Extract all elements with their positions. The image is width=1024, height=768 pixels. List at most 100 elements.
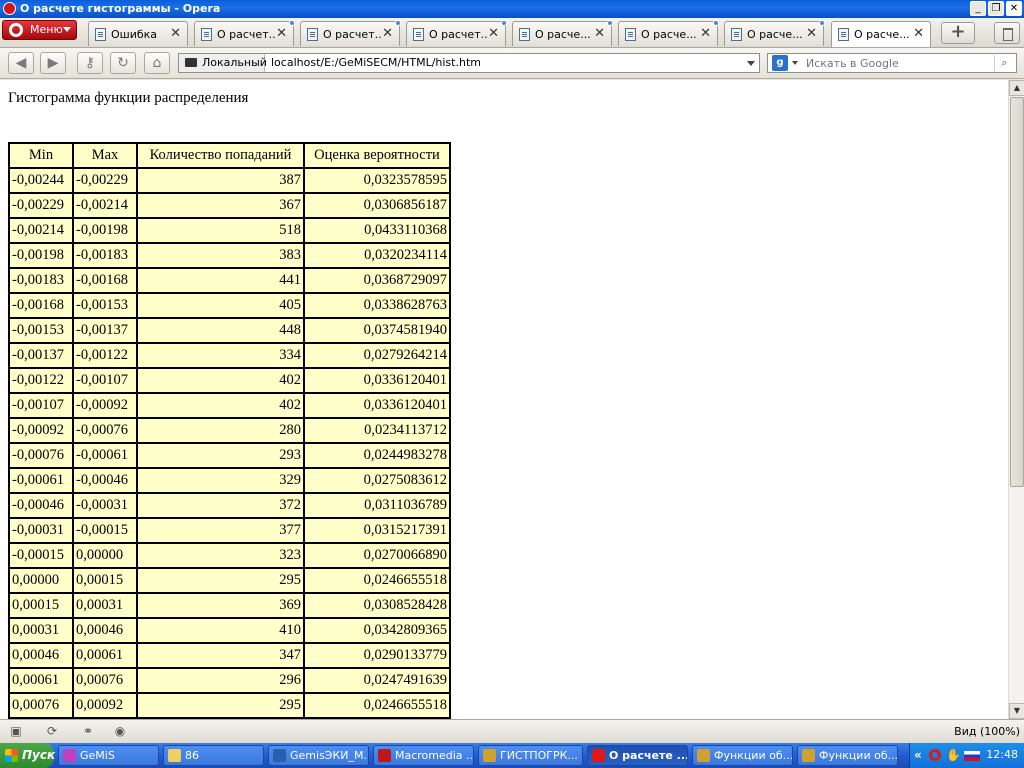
zoom-indicator[interactable]: Вид (100%) [954, 725, 1020, 738]
tab-4[interactable]: О расче... ✕ [512, 20, 613, 46]
opera-tray-icon[interactable] [929, 749, 941, 761]
cell-max: -0,00046 [72, 467, 138, 494]
cell-max: -0,00229 [72, 167, 138, 194]
cell-probability: 0,0306856187 [303, 192, 451, 219]
page-icon [625, 28, 636, 41]
new-tab-button[interactable]: + [941, 22, 975, 44]
app-icon [697, 749, 710, 762]
taskbar-item[interactable]: Функции об... [692, 745, 793, 766]
table-row: -0,00076 -0,00061 293 0,0244983278 [8, 442, 451, 469]
home-button[interactable]: ⌂ [144, 52, 170, 74]
cell-probability: 0,0275083612 [303, 467, 451, 494]
tab-loading-indicator [289, 20, 295, 26]
scrollbar-thumb[interactable] [1010, 97, 1024, 487]
reload-button[interactable]: ↻ [110, 52, 136, 74]
url-text[interactable]: localhost/E:/GeMiSECM/HTML/hist.htm [271, 56, 481, 69]
cell-count: 323 [136, 542, 305, 569]
unite-icon[interactable]: ◉ [112, 724, 128, 738]
tab-3[interactable]: О расчет... ✕ [406, 20, 507, 46]
tab-label: О расче... [747, 28, 803, 41]
app-icon [63, 749, 76, 762]
close-tab-icon[interactable]: ✕ [488, 26, 499, 41]
tab-loading-indicator [819, 20, 825, 26]
app-icon [378, 749, 391, 762]
cell-count: 518 [136, 217, 305, 244]
opera-logo-icon [3, 2, 16, 15]
cell-min: -0,00198 [8, 242, 74, 269]
taskbar-item[interactable]: GeMiS [58, 745, 159, 766]
close-tab-icon[interactable]: ✕ [806, 26, 817, 41]
table-row: 0,00046 0,00061 347 0,0290133779 [8, 642, 451, 669]
hand-tray-icon[interactable]: ✋ [946, 748, 961, 762]
close-window-button[interactable]: ✕ [1006, 1, 1022, 16]
cell-probability: 0,0308528428 [303, 592, 451, 619]
tray-expand-icon[interactable]: « [914, 748, 922, 762]
cell-count: 347 [136, 642, 305, 669]
tab-6[interactable]: О расче... ✕ [724, 20, 825, 46]
taskbar-item[interactable]: Функции об... [797, 745, 898, 766]
cell-max: -0,00107 [72, 367, 138, 394]
back-button[interactable]: ◀ [8, 52, 34, 74]
tab-1[interactable]: О расчет... ✕ [194, 20, 295, 46]
restore-button[interactable]: ❐ [988, 1, 1004, 16]
forward-button[interactable]: ▶ [40, 52, 66, 74]
address-field[interactable]: Локальный localhost/E:/GeMiSECM/HTML/his… [178, 53, 760, 73]
key-icon[interactable]: ⚷ [77, 52, 103, 74]
cell-min: 0,00046 [8, 642, 74, 669]
turbo-icon[interactable]: ⟳ [44, 724, 60, 738]
table-row: -0,00153 -0,00137 448 0,0374581940 [8, 317, 451, 344]
cell-max: -0,00198 [72, 217, 138, 244]
cell-count: 295 [136, 692, 305, 719]
taskbar-item[interactable]: О расчете ... [587, 745, 688, 766]
taskbar-item-label: О расчете ... [609, 749, 688, 762]
tab-label: О расчет... [323, 28, 381, 41]
close-tab-icon[interactable]: ✕ [913, 26, 924, 41]
scroll-down-button[interactable]: ▼ [1009, 703, 1024, 719]
cell-max: 0,00092 [72, 692, 138, 719]
share-icon[interactable]: ⚭ [80, 724, 96, 738]
taskbar-item[interactable]: 86 [163, 745, 264, 766]
close-tab-icon[interactable]: ✕ [594, 26, 605, 41]
cell-count: 296 [136, 667, 305, 694]
cell-max: -0,00214 [72, 192, 138, 219]
close-tab-icon[interactable]: ✕ [170, 26, 181, 41]
cell-count: 293 [136, 442, 305, 469]
start-button[interactable]: Пуск [0, 743, 55, 768]
taskbar-item[interactable]: Macromedia ... [373, 745, 474, 766]
search-icon[interactable]: ⌕ [994, 55, 1014, 71]
cell-max: -0,00153 [72, 292, 138, 319]
tab-0[interactable]: Ошибка ✕ [88, 21, 188, 46]
taskbar-item-label: 86 [185, 749, 199, 762]
table-row: -0,00061 -0,00046 329 0,0275083612 [8, 467, 451, 494]
close-tab-icon[interactable]: ✕ [382, 26, 393, 41]
cell-probability: 0,0336120401 [303, 392, 451, 419]
tab-7[interactable]: О расче... ✕ [831, 21, 931, 47]
taskbar-item-label: GemisЭКИ_M... [290, 749, 369, 762]
panel-toggle-icon[interactable]: ▣ [8, 724, 24, 738]
table-row: 0,00031 0,00046 410 0,0342809365 [8, 617, 451, 644]
minimize-button[interactable]: _ [970, 1, 986, 16]
table-row: -0,00183 -0,00168 441 0,0368729097 [8, 267, 451, 294]
cell-max: -0,00015 [72, 517, 138, 544]
cell-min: -0,00137 [8, 342, 74, 369]
cell-max: 0,00000 [72, 542, 138, 569]
tab-5[interactable]: О расче... ✕ [618, 20, 719, 46]
taskbar-item-label: Функции об... [714, 749, 793, 762]
opera-menu-button[interactable]: Меню [2, 20, 77, 40]
trash-icon[interactable] [994, 22, 1020, 44]
language-flag-icon[interactable] [964, 751, 980, 761]
cell-probability: 0,0247491639 [303, 667, 451, 694]
chevron-down-icon[interactable] [747, 61, 755, 66]
tab-2[interactable]: О расчет... ✕ [300, 20, 401, 46]
column-header-max: Max [72, 142, 138, 169]
vertical-scrollbar[interactable]: ▲ ▼ [1008, 80, 1024, 719]
taskbar-item[interactable]: ГИСТПОГРК... [478, 745, 583, 766]
close-tab-icon[interactable]: ✕ [276, 26, 287, 41]
scroll-up-button[interactable]: ▲ [1009, 80, 1024, 96]
search-input[interactable] [806, 55, 986, 71]
close-tab-icon[interactable]: ✕ [700, 26, 711, 41]
cell-max: -0,00031 [72, 492, 138, 519]
window-title: О расчете гистограммы - Opera [20, 2, 221, 15]
taskbar-item[interactable]: GemisЭКИ_M... [268, 745, 369, 766]
search-engine-selector[interactable]: g [770, 55, 802, 71]
